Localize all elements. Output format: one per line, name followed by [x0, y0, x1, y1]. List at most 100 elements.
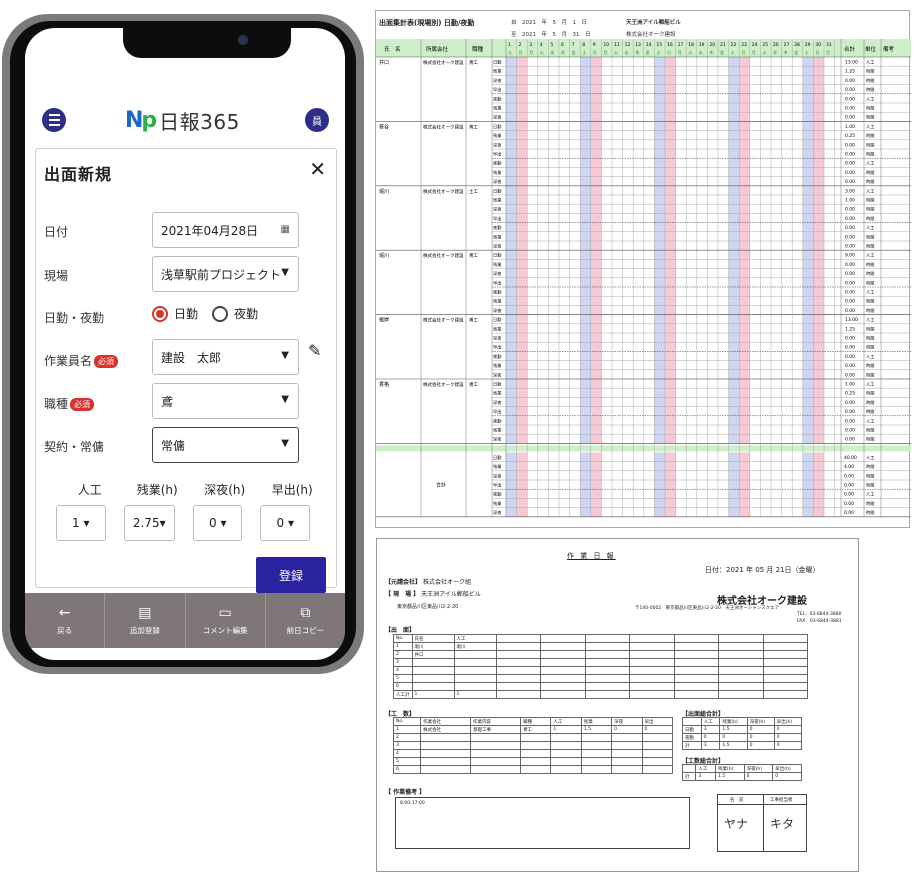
- sunday-column: [739, 452, 750, 517]
- day-number: 27: [784, 42, 790, 48]
- row-kind: 早出: [493, 215, 501, 222]
- camera-dot: [238, 35, 248, 45]
- day-weekday: 金: [794, 49, 798, 55]
- comment-nav-item[interactable]: ▭ コメント編集: [186, 593, 266, 648]
- night-shift-radio[interactable]: [212, 305, 229, 322]
- row-unit: 時間: [866, 106, 874, 112]
- back-nav-item[interactable]: ← 戻る: [25, 593, 106, 648]
- row-kind: 早出: [493, 279, 501, 286]
- grand-total-value: 40.00: [844, 455, 857, 461]
- row-total: 0.00: [845, 271, 855, 277]
- row-unit: 人工: [866, 188, 874, 193]
- row-unit: 時間: [866, 78, 874, 84]
- row-kind: 深夜: [493, 114, 502, 121]
- report2-date: 日付：2021 年 05 月 21日（金曜）: [705, 566, 820, 574]
- day-number: 3: [529, 42, 532, 48]
- day-weekday: 月: [678, 50, 682, 55]
- day-number: 26: [773, 42, 779, 48]
- copy-label: 前日コピー: [286, 626, 325, 635]
- user-avatar-icon[interactable]: 員: [305, 108, 329, 132]
- app-logo: Np 日報365: [125, 106, 240, 135]
- day-weekday: 金: [720, 49, 724, 55]
- logo-text: 日報365: [159, 110, 240, 134]
- row-total: 1.00: [845, 124, 855, 130]
- manday-select[interactable]: 1 ▾: [56, 505, 106, 541]
- attendance-form: 出面新規 ✕ 日付 2021年04月28日 ▦ 現場 浅草駅前プロジェクト ▼ …: [35, 148, 337, 593]
- pencil-edit-icon[interactable]: ✎: [308, 341, 321, 360]
- date-field[interactable]: 2021年04月28日 ▦: [152, 212, 299, 248]
- copy-nav-item[interactable]: ⧉ 前日コピー: [266, 593, 345, 648]
- calendar-icon: ▦: [280, 224, 290, 235]
- row-total: 0.00: [845, 106, 855, 112]
- worker-company: 株式会社オーク建設: [423, 123, 464, 130]
- row-total: 13.00: [845, 317, 858, 323]
- job-select[interactable]: 鳶 ▼: [152, 383, 299, 419]
- remarks-box: 8:00-17:00: [395, 797, 690, 849]
- row-kind: 日勤: [493, 454, 501, 461]
- row-total: 0.00: [845, 142, 855, 148]
- register-button[interactable]: 登録: [256, 557, 326, 593]
- row-total: 0.25: [845, 133, 855, 139]
- day-number: 6: [561, 42, 564, 48]
- row-unit: 時間: [866, 501, 874, 507]
- day-number: 30: [815, 42, 821, 48]
- row-unit: 時間: [866, 299, 874, 305]
- row-total: 0.00: [845, 336, 855, 342]
- close-icon[interactable]: ✕: [309, 157, 326, 181]
- row-total: 0.00: [845, 262, 855, 268]
- row-kind: 深夜: [493, 243, 502, 250]
- day-number: 23: [741, 42, 747, 48]
- day-weekday: 木: [709, 49, 713, 55]
- saturday-column: [506, 452, 517, 517]
- row-kind: 早出: [493, 86, 501, 93]
- row-kind: 残業: [493, 390, 502, 397]
- copy-icon: ⧉: [300, 605, 311, 621]
- day-weekday: 月: [826, 50, 830, 55]
- sign-label-1: 名 前: [730, 798, 744, 803]
- worker-job: 鳶工: [469, 317, 478, 324]
- hamburger-menu-icon[interactable]: [42, 108, 66, 132]
- site-select[interactable]: 浅草駅前プロジェクト ▼: [152, 256, 299, 292]
- row-unit: 時間: [866, 363, 874, 369]
- early-select[interactable]: 0 ▾: [260, 505, 310, 541]
- signature-box: 名 前 工事担当者 ヤナ キタ: [717, 794, 807, 852]
- row-unit: 時間: [866, 372, 874, 378]
- row-unit: 時間: [866, 152, 874, 158]
- row-kind: 夜勤: [493, 160, 501, 167]
- row-unit: 時間: [866, 179, 874, 185]
- day-number: 9: [593, 42, 596, 48]
- row-unit: 時間: [866, 308, 874, 314]
- day-shift-radio[interactable]: [152, 305, 168, 322]
- work-total-table: 人工 残業(h) 深夜(h) 早出(h) 計 3 1.5 0 0: [681, 764, 802, 781]
- worker-name: 井口: [379, 59, 389, 66]
- worker-job: 土工: [469, 188, 478, 195]
- phone-frame: Np 日報365 員 出面新規 ✕ 日付 2021年04月28日 ▦ 現場 浅草…: [2, 14, 364, 674]
- day-weekday: 水: [699, 49, 703, 55]
- overtime-select[interactable]: 2.75 ▾: [123, 505, 175, 541]
- worker-company: 株式会社オーク建設: [423, 252, 464, 259]
- site-row: 【 現 場 】 天王洲アイル郵船ビル: [385, 591, 481, 598]
- grand-total-value: 0.00: [844, 492, 854, 498]
- sunday-column: [516, 452, 528, 517]
- worker-job: 鳶工: [469, 123, 478, 130]
- row-kind: 深夜: [493, 270, 502, 277]
- contract-select[interactable]: 常傭 ▼: [152, 427, 299, 463]
- day-weekday: 木: [784, 49, 788, 55]
- header-company: 所属会社: [426, 45, 449, 53]
- row-unit: 時間: [866, 87, 874, 93]
- attendance-table: No. 氏名 人工 1 堀川 堀川 2 井口 3 4 5 6 人工計 1 1: [393, 634, 808, 699]
- row-total: 0.00: [845, 152, 855, 158]
- row-total: 0.00: [845, 207, 855, 213]
- row-unit: 時間: [866, 510, 874, 516]
- worker-name: 堀川: [379, 252, 389, 259]
- worker-select[interactable]: 建設 太郎 ▼: [152, 339, 299, 375]
- row-kind: 残業: [493, 132, 502, 139]
- row-total: 0.00: [845, 299, 855, 305]
- latenight-select[interactable]: 0 ▾: [192, 505, 243, 541]
- sign-label-2: 工事担当者: [770, 798, 793, 803]
- grand-total-value: 0.00: [844, 510, 854, 516]
- attendance-section-label: 【出 面】: [385, 627, 416, 634]
- add-nav-item[interactable]: ▤ 追加登録: [105, 593, 186, 648]
- row-kind: 深夜: [493, 371, 502, 378]
- add-label: 追加登録: [129, 626, 160, 635]
